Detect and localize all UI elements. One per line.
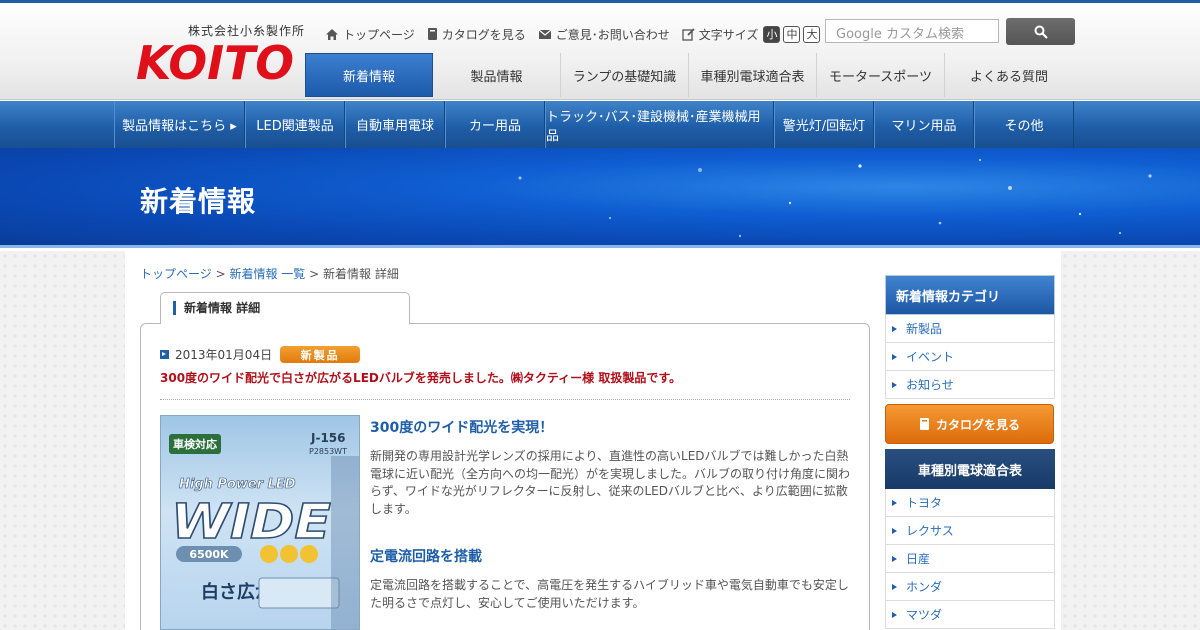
font-size-large-button[interactable]: 大	[803, 25, 821, 43]
sidebar-item-notices[interactable]: お知らせ	[885, 371, 1055, 399]
svg-text:J-156: J-156	[310, 431, 346, 445]
book-icon	[427, 28, 437, 40]
breadcrumb-current: 新着情報 詳細	[323, 267, 399, 281]
product-package-graphic: 車検対応 J-156 P2853WT High Power LED WIDE 6…	[169, 431, 359, 629]
font-size-medium-button[interactable]: 中	[783, 25, 801, 43]
logo-text: KOITO	[136, 37, 294, 85]
product-nav-warning-lights[interactable]: 警光灯/回転灯	[774, 101, 874, 148]
edit-icon	[682, 27, 695, 41]
util-link-contact[interactable]: ご意見･お問い合わせ	[538, 26, 670, 43]
sidebar-item-label: 日産	[906, 552, 931, 566]
main-nav-faq[interactable]: よくある質問	[945, 53, 1073, 97]
util-link-label: カタログを見る	[441, 27, 526, 42]
product-nav-other[interactable]: その他	[974, 101, 1074, 148]
font-size-control: 文字サイズ 小 中 大	[682, 25, 824, 43]
svg-text:High Power LED: High Power LED	[179, 477, 296, 492]
breadcrumb-home-link[interactable]: トップページ	[140, 267, 212, 281]
search-input[interactable]: Google カスタム検索	[825, 19, 999, 43]
page-banner: 新着情報	[0, 148, 1200, 248]
sidebar-item-new-products[interactable]: 新製品	[885, 315, 1055, 343]
article-tab: 新着情報 詳細	[160, 292, 410, 324]
util-link-home[interactable]: トップページ	[325, 26, 415, 43]
svg-text:WIDE: WIDE	[171, 494, 331, 550]
product-nav-truck-bus[interactable]: トラック･バス･建設機械･産業機械用品	[545, 101, 774, 148]
search-icon	[1034, 25, 1048, 39]
divider	[160, 399, 850, 400]
product-nav-auto-bulbs[interactable]: 自動車用電球	[345, 101, 445, 148]
sidebar-item-label: イベント	[906, 350, 955, 364]
main-nav: 新着情報 製品情報 ランプの基礎知識 車種別電球適合表 モータースポーツ よくあ…	[305, 53, 1073, 97]
sidebar-item-toyota[interactable]: トヨタ	[885, 489, 1055, 517]
sidebar-item-label: レクサス	[906, 524, 954, 538]
sidebar-item-label: お知らせ	[906, 378, 954, 392]
svg-text:6500K: 6500K	[189, 548, 229, 561]
article-headline: 300度のワイド配光で白さが広がるLEDバルブを発売しました。㈱タクティー様 取…	[160, 371, 682, 385]
triangle-icon	[892, 325, 897, 332]
article-date: 2013年01月04日	[175, 348, 273, 362]
main-nav-lamp-basics[interactable]: ランプの基礎知識	[561, 53, 689, 97]
font-size-label: 文字サイズ	[698, 27, 759, 42]
main-nav-motorsports[interactable]: モータースポーツ	[817, 53, 945, 97]
product-nav-car-goods[interactable]: カー用品	[445, 101, 545, 148]
sidebar-item-nissan[interactable]: 日産	[885, 545, 1055, 573]
font-size-small-button[interactable]: 小	[763, 25, 781, 43]
sidebar-item-label: ホンダ	[906, 580, 943, 594]
page-title: 新着情報	[140, 185, 257, 218]
article-tab-label: 新着情報 詳細	[173, 301, 260, 315]
util-link-catalog[interactable]: カタログを見る	[427, 26, 526, 43]
sidebar-item-label: マツダ	[906, 608, 943, 622]
search-button[interactable]	[1006, 18, 1075, 45]
svg-text:車検対応: 車検対応	[173, 437, 217, 451]
breadcrumb-separator: >	[215, 267, 226, 281]
mail-icon	[538, 29, 552, 39]
arrow-icon	[160, 350, 169, 359]
sidebar-category-title-text: 新着情報カテゴリ	[896, 289, 1001, 305]
catalog-button[interactable]: カタログを見る	[885, 404, 1054, 444]
section-title-wide-light: 300度のワイド配光を実現！	[370, 420, 554, 436]
koito-logo[interactable]: KOITO	[136, 36, 296, 90]
util-link-label: トップページ	[343, 27, 415, 42]
status-badge: 新製品	[280, 346, 361, 363]
sidebar-item-lexus[interactable]: レクサス	[885, 517, 1055, 545]
section-text-constant-current: 定電流回路を搭載することで、高電圧を発生するハイブリッド車や電気自動車でも安定し…	[370, 578, 849, 610]
triangle-icon	[892, 353, 897, 360]
sidebar-item-label: 新製品	[906, 322, 943, 336]
product-nav-marine[interactable]: マリン用品	[874, 101, 974, 148]
product-nav-products[interactable]: 製品情報はこちら ▸	[114, 101, 245, 148]
product-nav-bar: 製品情報はこちら ▸ LED関連製品 自動車用電球 カー用品 トラック･バス･建…	[0, 101, 1200, 148]
triangle-icon	[892, 583, 897, 590]
breadcrumb-separator: >	[309, 267, 320, 281]
sidebar-category-box: 新着情報カテゴリ 新製品 イベント お知らせ	[885, 268, 1055, 399]
product-nav-led[interactable]: LED関連製品	[245, 101, 345, 148]
sidebar-item-honda[interactable]: ホンダ	[885, 573, 1055, 601]
breadcrumb-list-link[interactable]: 新着情報 一覧	[229, 267, 305, 281]
main-nav-news[interactable]: 新着情報	[305, 53, 433, 97]
utility-links: トップページ カタログを見る ご意見･お問い合わせ 文字サイズ 小 中 大	[325, 25, 835, 43]
product-image: 車検対応 J-156 P2853WT High Power LED WIDE 6…	[160, 415, 360, 630]
triangle-icon	[892, 499, 897, 506]
product-nav: 製品情報はこちら ▸ LED関連製品 自動車用電球 カー用品 トラック･バス･建…	[114, 101, 1074, 148]
book-icon	[919, 418, 929, 430]
svg-text:P2853WT: P2853WT	[309, 447, 347, 456]
section-title-constant-current: 定電流回路を搭載	[370, 549, 482, 565]
sidebar-maker-list: トヨタ レクサス 日産 ホンダ マツダ	[885, 489, 1055, 629]
triangle-icon	[892, 381, 897, 388]
triangle-icon	[892, 611, 897, 618]
sidebar-item-mazda[interactable]: マツダ	[885, 601, 1055, 629]
sidebar-item-label: トヨタ	[906, 496, 943, 510]
triangle-icon	[892, 527, 897, 534]
sidebar-category-title: 新着情報カテゴリ	[885, 275, 1055, 315]
site-header: 株式会社小糸製作所 KOITO トップページ カタログを見る ご意見･お問い合わ…	[0, 3, 1200, 100]
util-link-label: ご意見･お問い合わせ	[555, 27, 670, 42]
breadcrumb: トップページ > 新着情報 一覧 > 新着情報 詳細	[140, 265, 399, 282]
home-icon	[326, 28, 338, 40]
catalog-button-label: カタログを見る	[935, 417, 1020, 432]
triangle-icon	[892, 555, 897, 562]
sidebar-item-events[interactable]: イベント	[885, 343, 1055, 371]
section-text-wide-light: 新開発の専用設計光学レンズの採用により、直進性の高いLEDバルブでは難しかった白…	[370, 449, 851, 516]
article-meta: 2013年01月04日 新製品	[160, 346, 361, 363]
main-nav-products[interactable]: 製品情報	[433, 53, 561, 97]
sidebar-bulb-chart-title: 車種別電球適合表	[885, 449, 1055, 489]
main-nav-bulb-chart[interactable]: 車種別電球適合表	[689, 53, 817, 97]
